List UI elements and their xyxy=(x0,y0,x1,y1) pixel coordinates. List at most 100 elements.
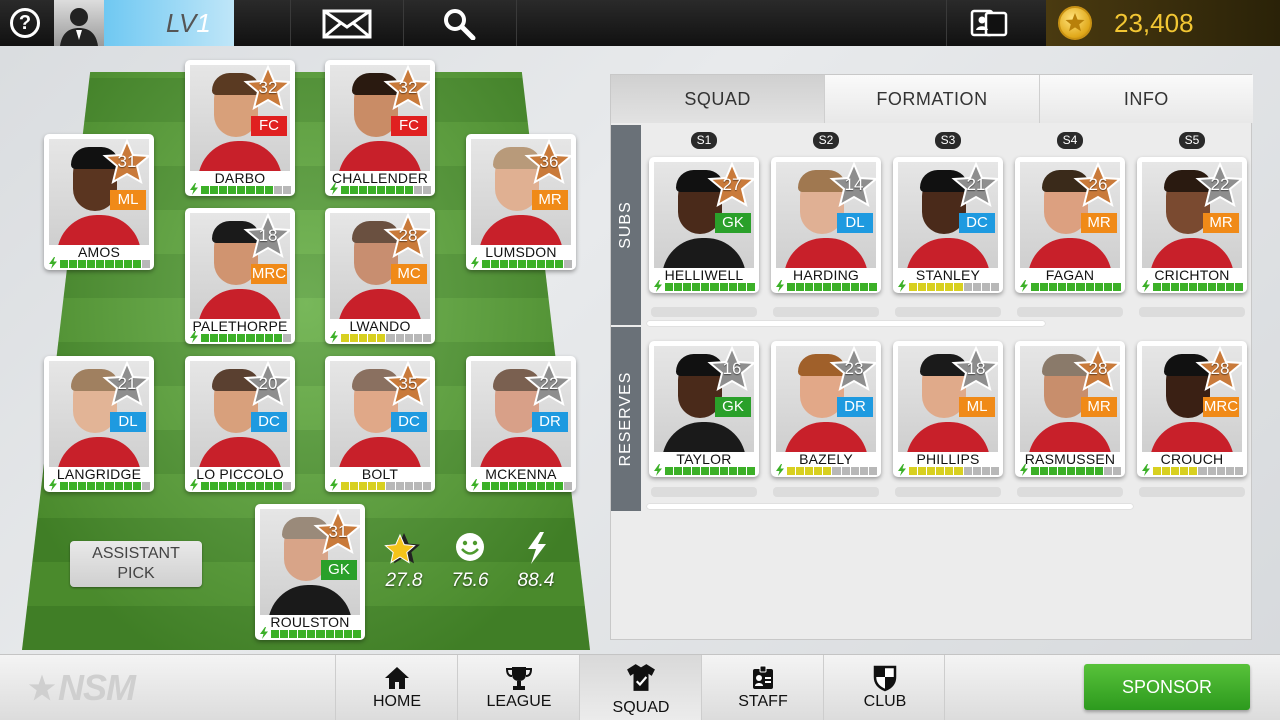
stamina-segment xyxy=(264,482,273,490)
rating-star-icon: 32 xyxy=(383,64,433,112)
stamina-segment xyxy=(69,260,78,268)
player-name: BOLT xyxy=(361,466,399,482)
tab-squad[interactable]: SQUAD xyxy=(611,75,826,123)
manager-avatar[interactable] xyxy=(54,0,104,46)
rating-star-icon: 31 xyxy=(102,138,152,186)
stamina-segment xyxy=(298,630,307,638)
player-rating: 22 xyxy=(1210,175,1230,194)
search-icon[interactable] xyxy=(442,8,476,45)
stamina-segment xyxy=(368,334,377,342)
sub-slot-tag: S5 xyxy=(1179,132,1205,149)
player-card[interactable]: 31 ML AMOS xyxy=(44,134,154,270)
stamina-segment xyxy=(350,334,359,342)
stamina-segment xyxy=(316,630,325,638)
stamina-segment xyxy=(719,283,728,291)
player-card[interactable]: 21 DL LANGRIDGE xyxy=(44,356,154,492)
stamina-segment xyxy=(1112,283,1121,291)
player-card[interactable]: 22 MR CRICHTON xyxy=(1137,157,1247,293)
stamina-segment xyxy=(78,482,87,490)
player-card[interactable]: 23 DR BAZELY xyxy=(771,341,881,477)
player-card[interactable]: 35 DC BOLT xyxy=(325,356,435,492)
stamina-segment xyxy=(96,482,105,490)
player-card[interactable]: 27 GK HELLIWELL xyxy=(649,157,759,293)
player-card[interactable]: 20 DC LO PICCOLO xyxy=(185,356,295,492)
stamina-bar xyxy=(189,331,291,343)
stamina-segment xyxy=(228,186,237,194)
coin-balance[interactable]: 23,408 xyxy=(1046,0,1280,46)
player-card[interactable]: 18 ML PHILLIPS xyxy=(893,341,1003,477)
stamina-segment xyxy=(273,186,282,194)
stamina-segment xyxy=(1207,283,1216,291)
trophy-icon xyxy=(505,667,533,690)
stamina-segment xyxy=(665,467,674,475)
nav-squad[interactable]: SQUAD xyxy=(579,655,701,720)
player-rating: 28 xyxy=(398,226,418,245)
stamina-segment xyxy=(1180,283,1189,291)
level-indicator[interactable]: LV1 xyxy=(104,0,234,46)
player-name: RASMUSSEN xyxy=(1024,451,1116,467)
stamina-segment xyxy=(201,186,210,194)
stamina-segment xyxy=(325,630,334,638)
reserves-scrollbar[interactable] xyxy=(647,504,1133,509)
stamina-segment xyxy=(141,260,150,268)
card-slot-shadow xyxy=(1139,487,1245,497)
stamina-segment xyxy=(1234,467,1243,475)
stamina-segment xyxy=(509,482,518,490)
player-rating: 21 xyxy=(117,374,137,393)
subs-scrollbar[interactable] xyxy=(647,321,1045,326)
mail-icon[interactable] xyxy=(322,9,372,44)
stamina-segment xyxy=(341,482,350,490)
player-card[interactable]: 16 GK TAYLOR xyxy=(649,341,759,477)
morale-smile-icon xyxy=(456,533,484,561)
player-shirt xyxy=(198,141,282,171)
stamina-bar xyxy=(259,627,361,639)
stamina-bar xyxy=(329,183,431,195)
player-card[interactable]: 28 MRC CROUCH xyxy=(1137,341,1247,477)
player-card[interactable]: 14 DL HARDING xyxy=(771,157,881,293)
nav-league[interactable]: LEAGUE xyxy=(457,655,579,720)
player-position: MR xyxy=(1081,397,1117,417)
player-card[interactable]: 18 MRC PALETHORPE xyxy=(185,208,295,344)
player-card[interactable]: 31 GK ROULSTON xyxy=(255,504,365,640)
stamina-segment xyxy=(1112,467,1121,475)
player-card[interactable]: 28 MR RASMUSSEN xyxy=(1015,341,1125,477)
rating-star-icon: 32 xyxy=(243,64,293,112)
assistant-pick-button[interactable]: ASSISTANT PICK xyxy=(70,541,202,587)
player-shirt xyxy=(198,289,282,319)
stamina-segment xyxy=(936,467,945,475)
nav-home[interactable]: HOME xyxy=(335,655,457,720)
card-slot-shadow xyxy=(895,487,1001,497)
rating-star-icon: 18 xyxy=(951,345,1001,393)
nav-club[interactable]: CLUB xyxy=(823,655,945,720)
team-energy-stat: 88.4 xyxy=(506,530,566,591)
stamina-segment xyxy=(787,467,796,475)
stamina-bolt-icon xyxy=(190,183,198,195)
player-card[interactable]: 36 MR LUMSDON xyxy=(466,134,576,270)
stamina-bolt-icon xyxy=(1142,280,1150,292)
tab-formation[interactable]: FORMATION xyxy=(825,75,1040,123)
stamina-segment xyxy=(395,334,404,342)
nav-staff[interactable]: STAFF xyxy=(701,655,823,720)
rating-star-icon: 20 xyxy=(243,360,293,408)
rating-star-icon: 31 xyxy=(313,508,363,556)
player-card[interactable]: 26 MR FAGAN xyxy=(1015,157,1125,293)
player-name: AMOS xyxy=(77,244,121,260)
stamina-segment xyxy=(545,482,554,490)
player-card[interactable]: 32 FC DARBO xyxy=(185,60,295,196)
tab-info[interactable]: INFO xyxy=(1039,75,1253,123)
player-card[interactable]: 22 DR MCKENNA xyxy=(466,356,576,492)
stamina-segment xyxy=(665,283,674,291)
level-value: 1 xyxy=(196,8,211,38)
stamina-segment xyxy=(832,283,841,291)
stamina-segment xyxy=(963,467,972,475)
rating-star-icon: 28 xyxy=(383,212,433,260)
help-icon[interactable]: ? xyxy=(10,8,40,38)
player-shirt xyxy=(1028,422,1112,452)
stamina-segment xyxy=(341,334,350,342)
player-card[interactable]: 28 MC LWANDO xyxy=(325,208,435,344)
player-card[interactable]: 32 FC CHALLENDER xyxy=(325,60,435,196)
stamina-segment xyxy=(746,283,755,291)
cards-icon[interactable] xyxy=(970,9,1008,42)
sponsor-button[interactable]: SPONSOR xyxy=(1084,664,1250,710)
player-card[interactable]: 21 DC STANLEY xyxy=(893,157,1003,293)
